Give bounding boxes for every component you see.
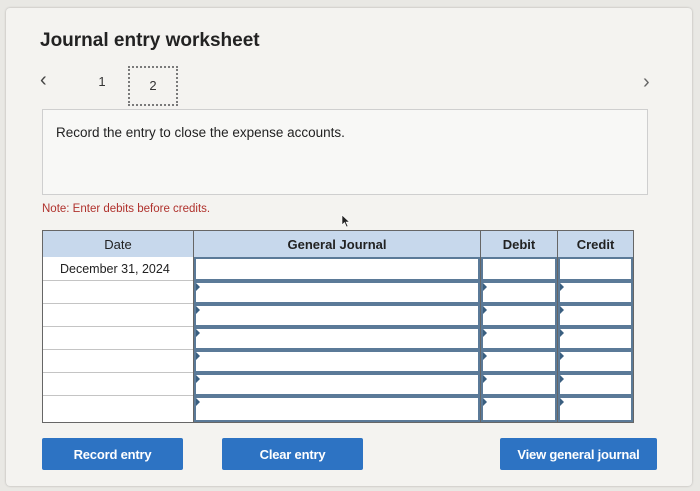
instruction-box: Record the entry to close the expense ac… xyxy=(42,109,648,195)
page-2-label: 2 xyxy=(149,78,157,93)
debit-input[interactable] xyxy=(481,257,557,281)
credit-input[interactable] xyxy=(558,327,633,350)
header-debit: Debit xyxy=(481,231,557,257)
debit-input[interactable] xyxy=(481,373,557,396)
header-general-journal: General Journal xyxy=(194,231,480,257)
view-general-journal-button[interactable]: View general journal xyxy=(500,438,657,470)
credit-input[interactable] xyxy=(558,396,633,422)
page-1-link[interactable]: 1 xyxy=(94,74,110,90)
account-input[interactable] xyxy=(194,350,480,373)
account-input[interactable] xyxy=(194,396,480,422)
account-input[interactable] xyxy=(194,373,480,396)
credit-input[interactable] xyxy=(558,304,633,327)
date-cell[interactable]: December 31, 2024 xyxy=(43,257,193,281)
account-input[interactable] xyxy=(194,304,480,327)
date-cell[interactable] xyxy=(43,373,193,396)
chevron-left-icon[interactable]: ‹ xyxy=(40,70,47,90)
debit-input[interactable] xyxy=(481,327,557,350)
record-entry-button[interactable]: Record entry xyxy=(42,438,183,470)
clear-entry-button[interactable]: Clear entry xyxy=(222,438,363,470)
credit-input[interactable] xyxy=(558,350,633,373)
credit-input[interactable] xyxy=(558,257,633,281)
date-cell[interactable] xyxy=(43,350,193,373)
credit-input[interactable] xyxy=(558,373,633,396)
date-cell[interactable] xyxy=(43,304,193,327)
page-title: Journal entry worksheet xyxy=(40,30,260,51)
credit-input[interactable] xyxy=(558,281,633,304)
chevron-right-icon[interactable]: › xyxy=(643,72,650,92)
account-input[interactable] xyxy=(194,281,480,304)
note-text: Note: Enter debits before credits. xyxy=(42,203,211,215)
date-cell[interactable] xyxy=(43,281,193,304)
account-input[interactable] xyxy=(194,327,480,350)
date-cell[interactable] xyxy=(43,327,193,350)
mouse-cursor-icon xyxy=(341,214,351,228)
debit-input[interactable] xyxy=(481,281,557,304)
date-cell[interactable] xyxy=(43,396,193,422)
debit-input[interactable] xyxy=(481,304,557,327)
debit-input[interactable] xyxy=(481,350,557,373)
debit-input[interactable] xyxy=(481,396,557,422)
journal-table: Date General Journal Debit Credit Decemb… xyxy=(42,230,634,423)
header-date: Date xyxy=(43,231,193,257)
header-credit: Credit xyxy=(558,231,633,257)
account-input[interactable] xyxy=(194,257,480,281)
instruction-text: Record the entry to close the expense ac… xyxy=(56,125,345,140)
page-2-current[interactable]: 2 xyxy=(128,66,178,106)
